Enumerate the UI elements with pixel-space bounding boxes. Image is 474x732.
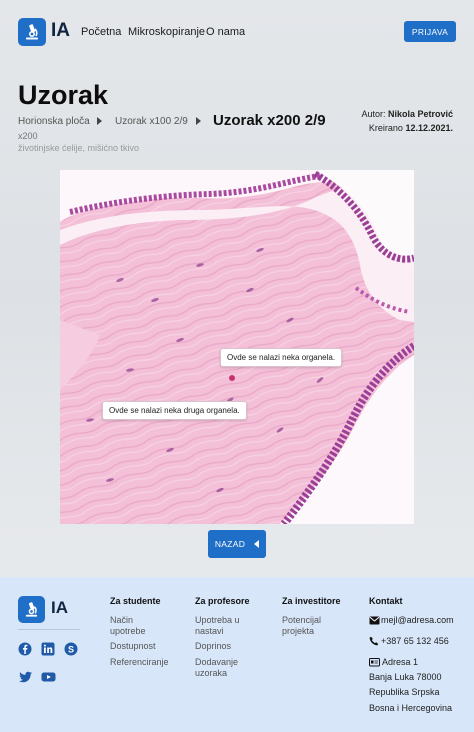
breadcrumb-current: Uzorak x200 2/9 bbox=[213, 112, 326, 129]
top-navbar: IA Početna Mikroskopiranje O nama PRIJAV… bbox=[0, 0, 474, 64]
page-title: Uzorak bbox=[18, 80, 109, 110]
facebook-icon[interactable] bbox=[18, 642, 32, 656]
chevron-left-icon bbox=[254, 540, 260, 548]
sample-subtitle: životinjske ćelije, mišićno tkivo bbox=[18, 143, 140, 153]
footer-link-doprinos[interactable]: Doprinos bbox=[195, 641, 231, 652]
logo-text[interactable]: IA bbox=[51, 20, 70, 42]
back-button-label: NAZAD bbox=[214, 539, 246, 549]
annotation-tooltip[interactable]: Ovde se nalazi neka organela. bbox=[220, 348, 343, 367]
nav-pocetna[interactable]: Početna bbox=[81, 26, 121, 38]
author-label: Autor: bbox=[361, 109, 386, 119]
microscope-logo-icon[interactable] bbox=[18, 596, 45, 623]
footer-divider bbox=[18, 629, 80, 630]
skype-icon[interactable]: S bbox=[64, 642, 78, 656]
annotation-tooltip[interactable]: Ovde se nalazi neka druga organela. bbox=[102, 401, 247, 420]
sample-micrograph[interactable]: Ovde se nalazi neka organela. Ovde se na… bbox=[60, 170, 414, 524]
magnification-label: x200 bbox=[18, 131, 38, 141]
breadcrumb-item-uzorak-x100[interactable]: Uzorak x100 2/9 bbox=[115, 116, 188, 127]
nav-mikroskopiranje[interactable]: Mikroskopiranje bbox=[128, 26, 205, 38]
footer-heading-studenti: Za studente bbox=[110, 596, 161, 606]
footer-link-potencijal-projekta[interactable]: Potencijal projekta bbox=[282, 615, 338, 637]
youtube-icon[interactable] bbox=[41, 670, 56, 684]
twitter-icon[interactable] bbox=[18, 670, 33, 684]
breadcrumb-chevron-icon bbox=[97, 117, 102, 125]
footer-heading-kontakt: Kontakt bbox=[369, 596, 403, 606]
nav-o-nama[interactable]: O nama bbox=[206, 26, 245, 38]
contact-email[interactable]: mejl@adresa.com bbox=[381, 615, 454, 626]
created-date: 12.12.2021. bbox=[405, 123, 453, 133]
footer-link-referenciranje[interactable]: Referenciranje bbox=[110, 657, 169, 668]
microscope-logo-icon[interactable] bbox=[18, 18, 46, 46]
author-name: Nikola Petrović bbox=[387, 109, 453, 119]
footer-link-dodavanje-uzoraka[interactable]: Dodavanje uzoraka bbox=[195, 657, 255, 679]
footer-link-nacin-upotrebe[interactable]: Način upotrebe bbox=[110, 615, 170, 637]
footer-link-dostupnost[interactable]: Dostupnost bbox=[110, 641, 156, 652]
breadcrumb-chevron-icon bbox=[196, 117, 201, 125]
contact-address-line: Adresa 1 bbox=[382, 657, 419, 667]
address-card-icon bbox=[369, 658, 380, 667]
footer: IA S Za studente Način upotrebe Dostupno… bbox=[0, 577, 474, 732]
contact-address-line: Banja Luka 78000 bbox=[369, 672, 442, 682]
contact-address-line: Republika Srpska bbox=[369, 687, 440, 697]
mail-icon bbox=[369, 616, 380, 625]
contact-phone[interactable]: +387 65 132 456 bbox=[381, 636, 449, 647]
back-button[interactable]: NAZAD bbox=[208, 530, 266, 558]
footer-heading-investitori: Za investitore bbox=[282, 596, 341, 606]
footer-logo-text[interactable]: IA bbox=[51, 598, 68, 618]
login-button[interactable]: PRIJAVA bbox=[404, 21, 456, 42]
breadcrumb-item-horionska-ploca[interactable]: Horionska ploča bbox=[18, 116, 90, 127]
footer-link-upotreba-u-nastavi[interactable]: Upotreba u nastavi bbox=[195, 615, 255, 637]
footer-heading-profesori: Za profesore bbox=[195, 596, 250, 606]
created-label: Kreirano bbox=[368, 123, 403, 133]
svg-text:S: S bbox=[68, 644, 74, 654]
phone-icon bbox=[369, 636, 379, 646]
contact-address-line: Bosna i Hercegovina bbox=[369, 703, 453, 713]
linkedin-icon[interactable] bbox=[41, 642, 55, 656]
author-info: Autor: Nikola Petrović Kreirano 12.12.20… bbox=[361, 107, 453, 135]
